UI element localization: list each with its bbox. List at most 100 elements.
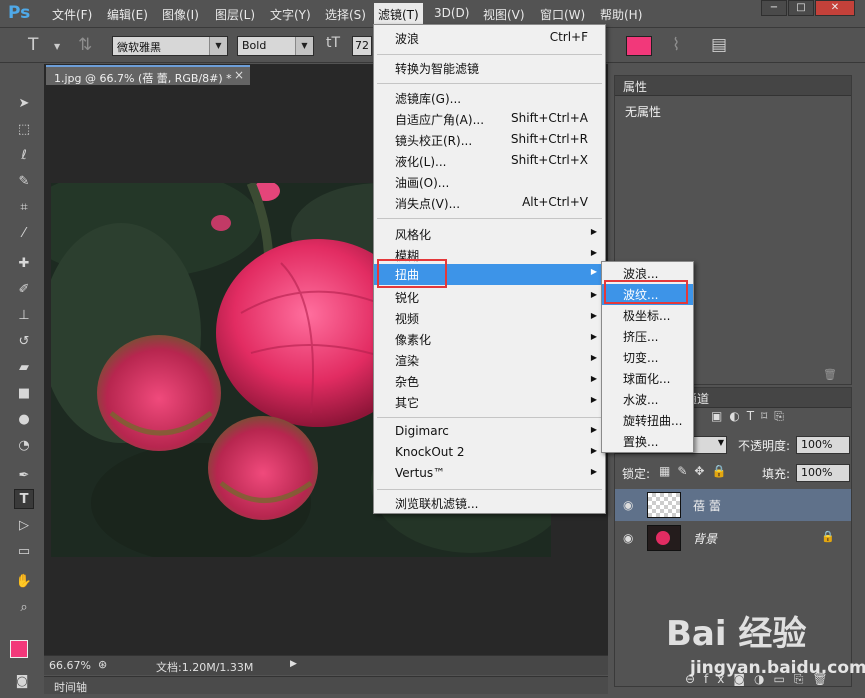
- font-family-select[interactable]: 微软雅黑 ▼: [112, 36, 228, 56]
- filter-item-shortcut: Ctrl+F: [549, 30, 588, 44]
- filter-item-label: 油画(O)...: [395, 176, 450, 190]
- filter-item-oil-paint[interactable]: 油画(O)...: [374, 172, 605, 193]
- font-size-input[interactable]: 72: [352, 36, 372, 56]
- healing-brush-tool-icon[interactable]: ✚: [14, 254, 34, 274]
- filter-item-knockout[interactable]: KnockOut 2 ▶: [374, 443, 605, 464]
- opacity-label: 不透明度:: [738, 439, 791, 453]
- menu-filter[interactable]: 滤镜(T): [374, 3, 423, 25]
- filter-item-render[interactable]: 渲染 ▶: [374, 350, 605, 371]
- filter-item-other[interactable]: 其它 ▶: [374, 392, 605, 413]
- timeline-label[interactable]: 时间轴: [54, 679, 87, 695]
- lasso-tool-icon[interactable]: ℓ: [14, 146, 34, 166]
- filter-item-digimarc[interactable]: Digimarc ▶: [374, 422, 605, 443]
- font-size-value: 72: [355, 39, 369, 52]
- filter-item-last-filter[interactable]: 波浪 Ctrl+F: [374, 28, 605, 49]
- close-button[interactable]: ✕: [815, 0, 855, 16]
- submenu-arrow-icon: ▶: [590, 248, 597, 257]
- path-selection-tool-icon[interactable]: ▷: [14, 516, 34, 536]
- crop-tool-icon[interactable]: ⌗: [14, 198, 34, 218]
- text-orientation-icon[interactable]: ⇅: [78, 35, 92, 55]
- menu-help[interactable]: 帮助(H): [600, 6, 642, 23]
- filter-item-lens-correction[interactable]: 镜头校正(R)... Shift+Ctrl+R: [374, 130, 605, 151]
- eye-icon[interactable]: ◉: [623, 531, 633, 545]
- layer-filter-icons[interactable]: ▣◐T⌑⎘: [711, 409, 791, 424]
- fill-input[interactable]: 100%: [796, 464, 850, 482]
- status-menu-arrow-icon[interactable]: ▶: [290, 659, 297, 669]
- filter-item-sharpen[interactable]: 锐化 ▶: [374, 287, 605, 308]
- move-tool-icon[interactable]: ➤: [14, 94, 34, 114]
- quick-select-tool-icon[interactable]: ✎: [14, 172, 34, 192]
- clone-stamp-tool-icon[interactable]: ⊥: [14, 306, 34, 326]
- layer-name[interactable]: 蓓 蕾: [693, 497, 721, 514]
- trash-icon[interactable]: 🗑: [823, 368, 837, 381]
- distort-item-twirl[interactable]: 旋转扭曲...: [602, 410, 693, 431]
- filter-item-gallery[interactable]: 滤镜库(G)...: [374, 88, 605, 109]
- layer-row[interactable]: ◉ 蓓 蕾: [615, 489, 851, 521]
- chevron-down-icon[interactable]: ▼: [54, 42, 60, 51]
- foreground-color-swatch[interactable]: [10, 640, 28, 658]
- gradient-tool-icon[interactable]: ■: [14, 384, 34, 404]
- baidu-jingyan-watermark: Bai 经验: [666, 614, 807, 654]
- filter-item-vertus[interactable]: Vertus™ ▶: [374, 464, 605, 485]
- filter-item-adaptive-wide-angle[interactable]: 自适应广角(A)... Shift+Ctrl+A: [374, 109, 605, 130]
- filter-item-vanishing-point[interactable]: 消失点(V)... Alt+Ctrl+V: [374, 193, 605, 214]
- maximize-button[interactable]: □: [788, 0, 814, 16]
- type-tool-icon[interactable]: T: [14, 489, 34, 509]
- filter-item-browse-online[interactable]: 浏览联机滤镜...: [374, 493, 605, 514]
- document-tab[interactable]: 1.jpg @ 66.7% (蓓 蕾, RGB/8#) *: [46, 65, 250, 85]
- distort-item-polar-coordinates[interactable]: 极坐标...: [602, 305, 693, 326]
- eyedropper-tool-icon[interactable]: ⁄: [14, 224, 34, 244]
- menu-select[interactable]: 选择(S): [325, 6, 366, 23]
- lock-icons[interactable]: ▦✎✥🔒: [659, 464, 733, 478]
- menu-edit[interactable]: 编辑(E): [107, 6, 148, 23]
- marquee-tool-icon[interactable]: ⬚: [14, 120, 34, 140]
- distort-item-spherize[interactable]: 球面化...: [602, 368, 693, 389]
- quick-mask-icon[interactable]: ◙: [12, 672, 32, 692]
- warp-text-icon[interactable]: ⌇: [672, 35, 680, 55]
- status-info-icon[interactable]: ⊛: [98, 658, 107, 671]
- close-document-icon[interactable]: ×: [234, 68, 244, 82]
- filter-item-pixelate[interactable]: 像素化 ▶: [374, 329, 605, 350]
- filter-item-stylize[interactable]: 风格化 ▶: [374, 224, 605, 245]
- menu-window[interactable]: 窗口(W): [540, 6, 585, 23]
- distort-item-zigzag[interactable]: 水波...: [602, 389, 693, 410]
- rectangle-tool-icon[interactable]: ▭: [14, 542, 34, 562]
- minimize-button[interactable]: −: [761, 0, 787, 16]
- dodge-tool-icon[interactable]: ◔: [14, 436, 34, 456]
- type-tool-icon[interactable]: T: [28, 35, 38, 55]
- filter-item-label: KnockOut 2: [395, 445, 465, 459]
- distort-item-shear[interactable]: 切变...: [602, 347, 693, 368]
- menu-type[interactable]: 文字(Y): [270, 6, 311, 23]
- history-brush-tool-icon[interactable]: ↺: [14, 332, 34, 352]
- properties-panel-title[interactable]: 属性: [615, 76, 851, 96]
- zoom-tool-icon[interactable]: ⌕: [14, 598, 34, 618]
- menu-3d[interactable]: 3D(D): [434, 6, 469, 20]
- text-color-swatch[interactable]: [626, 36, 652, 56]
- filter-item-label: 风格化: [395, 228, 432, 242]
- character-panel-icon[interactable]: ▤: [711, 35, 727, 55]
- submenu-arrow-icon: ▶: [590, 425, 597, 434]
- filter-item-convert-smart[interactable]: 转换为智能滤镜: [374, 58, 605, 79]
- zoom-level[interactable]: 66.67%: [49, 659, 91, 672]
- distort-item-pinch[interactable]: 挤压...: [602, 326, 693, 347]
- filter-item-label: 视频: [395, 312, 420, 326]
- blur-tool-icon[interactable]: ●: [14, 410, 34, 430]
- eraser-tool-icon[interactable]: ▰: [14, 358, 34, 378]
- photoshop-logo: Ps: [8, 3, 31, 23]
- menu-file[interactable]: 文件(F): [52, 6, 92, 23]
- opacity-input[interactable]: 100%: [796, 436, 850, 454]
- filter-item-liquify[interactable]: 液化(L)... Shift+Ctrl+X: [374, 151, 605, 172]
- brush-tool-icon[interactable]: ✐: [14, 280, 34, 300]
- menu-view[interactable]: 视图(V): [483, 6, 525, 23]
- layer-row[interactable]: ◉ 背景 🔒: [615, 522, 851, 554]
- font-style-select[interactable]: Bold ▼: [237, 36, 314, 56]
- menu-image[interactable]: 图像(I): [162, 6, 199, 23]
- filter-item-noise[interactable]: 杂色 ▶: [374, 371, 605, 392]
- layer-name[interactable]: 背景: [693, 530, 717, 547]
- pen-tool-icon[interactable]: ✒: [14, 466, 34, 486]
- menu-layer[interactable]: 图层(L): [215, 6, 255, 23]
- eye-icon[interactable]: ◉: [623, 498, 633, 512]
- distort-item-displace[interactable]: 置换...: [602, 431, 693, 452]
- hand-tool-icon[interactable]: ✋: [14, 572, 34, 592]
- filter-item-video[interactable]: 视频 ▶: [374, 308, 605, 329]
